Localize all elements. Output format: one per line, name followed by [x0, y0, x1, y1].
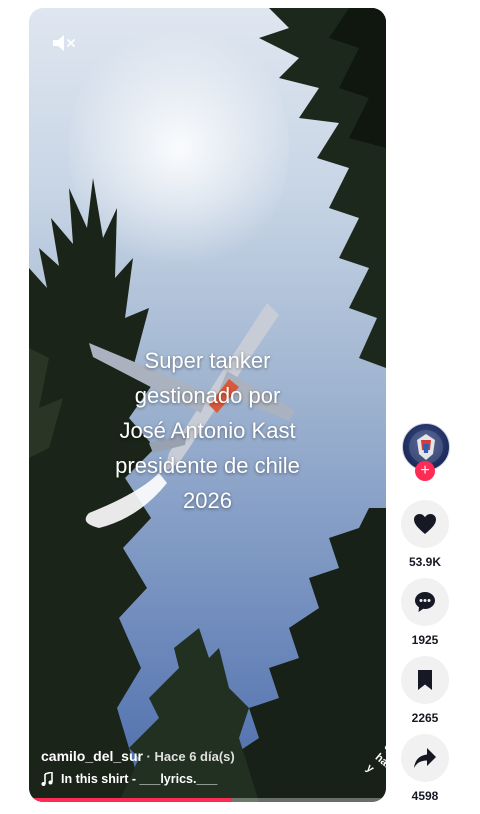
caption-line: 2026: [183, 488, 232, 513]
posted-time: Hace 6 día(s): [154, 749, 235, 764]
comment-action: 1925: [401, 578, 449, 647]
caption-line: gestionado por: [134, 383, 281, 408]
mute-icon[interactable]: [51, 32, 77, 54]
like-action: 53.9K: [401, 500, 449, 569]
username-link[interactable]: camilo_del_sur: [41, 748, 143, 764]
like-button[interactable]: [401, 500, 449, 548]
caption-line: Super tanker: [144, 348, 271, 373]
video-player[interactable]: Super tanker gestionado por José Antonio…: [29, 8, 386, 802]
comment-icon: [415, 592, 435, 612]
save-count: 2265: [411, 711, 439, 725]
caption-line: José Antonio Kast: [119, 418, 296, 443]
video-caption: Super tanker gestionado por José Antonio…: [29, 343, 386, 518]
progress-fill: [29, 798, 233, 802]
share-button[interactable]: [401, 734, 449, 782]
video-meta: camilo_del_sur · Hace 6 día(s): [41, 748, 235, 764]
like-count: 53.9K: [408, 555, 442, 569]
share-icon: [414, 748, 436, 768]
follow-button[interactable]: +: [415, 461, 435, 481]
time-separator: ·: [142, 749, 155, 764]
share-count: 4598: [411, 789, 439, 803]
music-info[interactable]: In this shirt - ___lyrics.___: [41, 772, 217, 786]
music-title: In this shirt - ___lyrics.___: [61, 772, 218, 786]
save-action: 2265: [401, 656, 449, 725]
heart-icon: [414, 514, 436, 534]
comment-count: 1925: [411, 633, 439, 647]
save-button[interactable]: [401, 656, 449, 704]
bookmark-icon: [418, 670, 432, 690]
music-note-icon: [41, 772, 53, 786]
share-action: 4598: [401, 734, 449, 803]
progress-bar[interactable]: [29, 798, 386, 802]
comment-button[interactable]: [401, 578, 449, 626]
caption-line: presidente de chile: [115, 453, 300, 478]
